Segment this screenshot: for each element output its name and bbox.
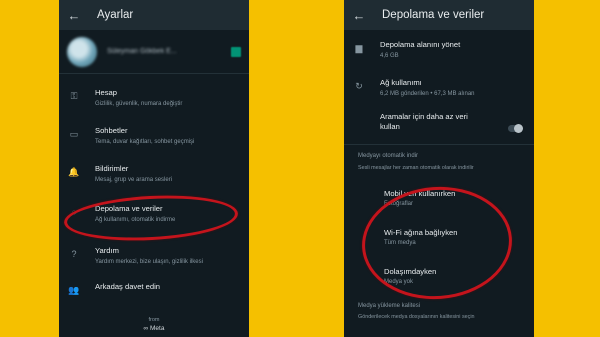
back-arrow-icon[interactable]: ← (352, 8, 366, 23)
section-desc-upload-quality: Gönderilecek medya dosyalarının kalitesi… (358, 314, 475, 320)
section-desc-auto-download: Sesli mesajlar her zaman otomatik olarak… (358, 165, 474, 171)
settings-item-title: Bildirimler (95, 164, 129, 173)
auto-download-mobile[interactable]: Mobil veri kullanırken Fotoğraflar (344, 189, 534, 208)
settings-item-title: Sohbetler (95, 126, 128, 135)
settings-screen: ← Ayarlar Süleyman Gökbek E... ⚿ Hesap G… (59, 0, 249, 337)
profile-name: Süleyman Gökbek E... (107, 48, 177, 55)
item-title-line1: Aramalar için daha az veri (380, 112, 468, 121)
settings-item-subtitle: Yardım merkezi, bize ulaşın, gizlilik il… (95, 259, 203, 265)
key-icon: ⚿ (70, 91, 78, 101)
divider (344, 144, 534, 145)
settings-item-subtitle: Gizlilik, güvenlik, numara değiştir (95, 101, 183, 107)
sync-icon: ↻ (355, 81, 363, 91)
auto-download-roaming[interactable]: Dolaşımdayken Medya yok (344, 267, 534, 286)
avatar[interactable] (67, 36, 97, 67)
page-title: Depolama ve veriler (382, 9, 485, 21)
toggle-knob (514, 124, 523, 133)
settings-item-title: Arkadaş davet edin (95, 282, 161, 291)
option-title: Dolaşımdayken (384, 267, 437, 276)
section-title-auto-download: Medyayı otomatik indir (358, 153, 419, 159)
option-title: Mobil veri kullanırken (384, 189, 456, 198)
item-title-line2: kullan (380, 122, 400, 131)
settings-item-subtitle: Tema, duvar kağıtları, sohbet geçmişi (95, 139, 195, 145)
storage-icon: ◌ (71, 207, 77, 217)
people-icon: 👥 (68, 285, 80, 295)
qr-code-icon[interactable] (231, 46, 241, 57)
item-subtitle: 4,6 GB (380, 53, 399, 59)
settings-item-title: Depolama ve veriler (95, 204, 163, 213)
option-subtitle: Tüm medya (384, 240, 416, 246)
back-arrow-icon[interactable]: ← (67, 8, 81, 23)
settings-item-account[interactable]: ⚿ Hesap Gizlilik, güvenlik, numara değiş… (59, 88, 249, 108)
settings-item-help[interactable]: ? Yardım Yardım merkezi, bize ulaşın, gi… (59, 246, 249, 266)
option-title: Wi-Fi ağına bağlıyken (384, 228, 458, 237)
settings-item-title: Hesap (95, 88, 117, 97)
item-title: Ağ kullanımı (380, 78, 422, 87)
settings-item-notifications[interactable]: 🔔 Bildirimler Mesaj, grup ve arama sesle… (59, 164, 249, 184)
option-subtitle: Fotoğraflar (384, 201, 414, 207)
help-icon: ? (71, 249, 77, 259)
section-title-upload-quality: Medya yükleme kalitesi (358, 303, 421, 309)
from-meta-footer: from ∞ Meta (59, 317, 249, 332)
settings-item-invite[interactable]: 👥 Arkadaş davet edin (59, 282, 249, 296)
auto-download-wifi[interactable]: Wi-Fi ağına bağlıyken Tüm medya (344, 228, 534, 247)
network-usage-item[interactable]: ↻ Ağ kullanımı 6,2 MB gönderilen • 67,3 … (344, 78, 534, 98)
settings-item-chats[interactable]: ▭ Sohbetler Tema, duvar kağıtları, sohbe… (59, 126, 249, 146)
profile-row[interactable]: Süleyman Gökbek E... (59, 30, 249, 74)
manage-storage-item[interactable]: ▆ Depolama alanını yönet 4,6 GB (344, 40, 534, 60)
chat-icon: ▭ (69, 129, 79, 139)
from-label: from (148, 317, 160, 323)
meta-logo: ∞ Meta (143, 325, 165, 332)
item-subtitle: 6,2 MB gönderilen • 67,3 MB alınan (380, 91, 475, 97)
settings-item-subtitle: Ağ kullanımı, otomatik indirme (95, 217, 176, 223)
settings-item-title: Yardım (95, 246, 119, 255)
bell-icon: 🔔 (68, 167, 80, 177)
folder-icon: ▆ (355, 43, 363, 53)
settings-item-subtitle: Mesaj, grup ve arama sesleri (95, 177, 173, 183)
storage-data-screen: ← Depolama ve veriler ▆ Depolama alanını… (344, 0, 534, 337)
app-bar: ← Ayarlar (59, 0, 249, 30)
low-data-calls-item[interactable]: Aramalar için daha az veri kullan (344, 112, 534, 132)
settings-item-storage[interactable]: ◌ Depolama ve veriler Ağ kullanımı, otom… (59, 204, 249, 224)
app-bar: ← Depolama ve veriler (344, 0, 534, 30)
item-title: Depolama alanını yönet (380, 40, 461, 49)
option-subtitle: Medya yok (384, 279, 414, 285)
low-data-toggle[interactable] (508, 124, 523, 133)
page-title: Ayarlar (97, 9, 134, 21)
